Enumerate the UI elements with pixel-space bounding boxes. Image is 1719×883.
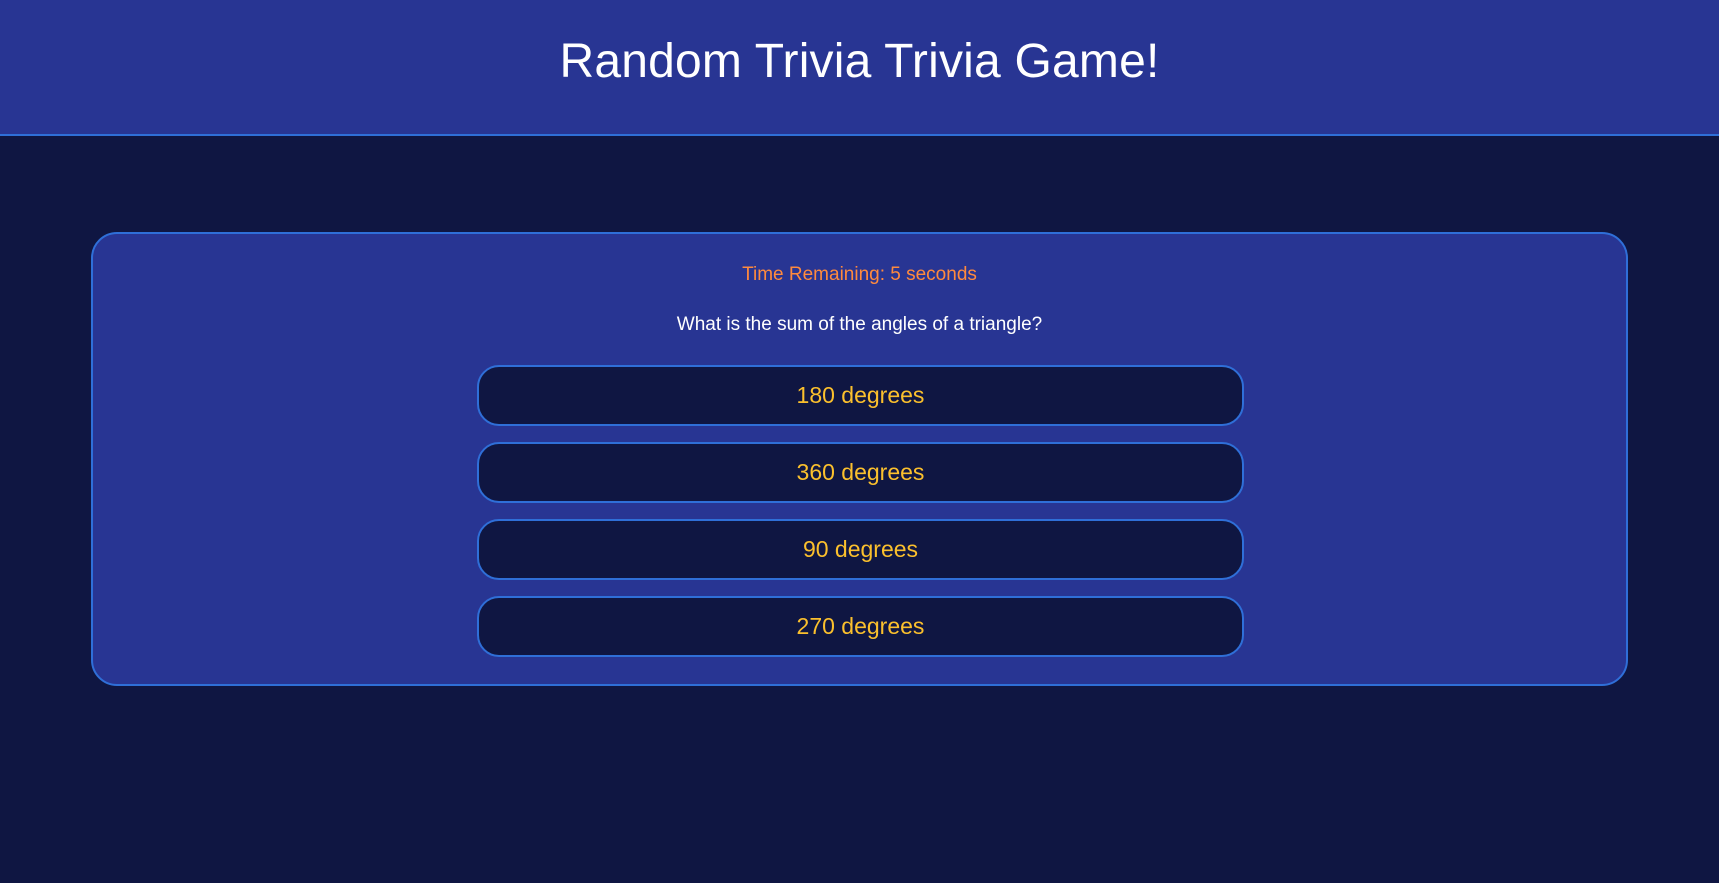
- page-title: Random Trivia Trivia Game!: [559, 34, 1160, 88]
- page-header: Random Trivia Trivia Game!: [0, 0, 1719, 136]
- answer-list: 180 degrees 360 degrees 90 degrees 270 d…: [477, 365, 1244, 673]
- answer-button-2[interactable]: 360 degrees: [477, 442, 1244, 503]
- question-text: What is the sum of the angles of a trian…: [676, 314, 1043, 335]
- quiz-card: Time Remaining: 5 seconds What is the su…: [91, 232, 1628, 686]
- answer-button-3[interactable]: 90 degrees: [477, 519, 1244, 580]
- time-remaining: Time Remaining: 5 seconds: [742, 264, 977, 285]
- answer-button-4[interactable]: 270 degrees: [477, 596, 1244, 657]
- answer-button-1[interactable]: 180 degrees: [477, 365, 1244, 426]
